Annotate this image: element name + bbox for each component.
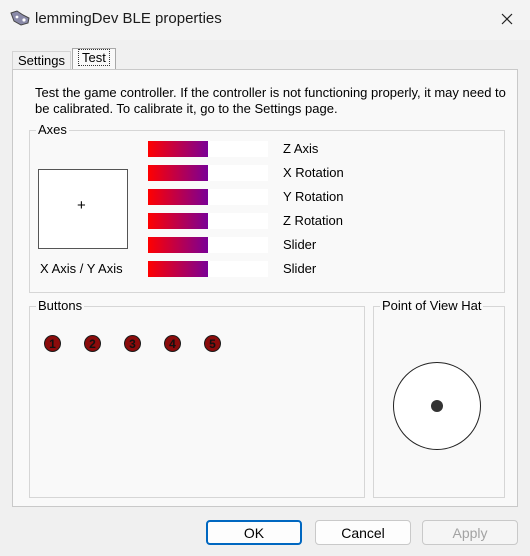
axis-bar-label: Slider [283, 237, 317, 252]
intro-text: Test the game controller. If the control… [35, 85, 506, 116]
gamepad-icon [10, 10, 30, 26]
axis-bar-row: X Rotation [148, 165, 448, 182]
controller-button-indicator: 1 [44, 335, 61, 352]
pov-hat-group: Point of View Hat [373, 298, 505, 498]
apply-button[interactable]: Apply [422, 520, 518, 545]
window-title: lemmingDev BLE properties [35, 10, 222, 27]
controller-button-indicator: 3 [124, 335, 141, 352]
axes-group: Axes + X Axis / Y Axis Z Axis X Rotation… [29, 122, 505, 293]
axes-group-label: Axes [36, 122, 69, 137]
pov-hat-position-dot [431, 400, 443, 412]
tab-test[interactable]: Test [72, 48, 116, 69]
tab-settings[interactable]: Settings [12, 51, 71, 70]
axis-bar-fill [148, 189, 208, 205]
axis-bar-row: Slider [148, 261, 448, 278]
axis-bar-label: Z Rotation [283, 213, 343, 228]
axis-bar-row: Y Rotation [148, 189, 448, 206]
axis-bar-label: X Rotation [283, 165, 344, 180]
tab-strip: Settings Test [12, 48, 518, 70]
axis-bar-label: Slider [283, 261, 317, 276]
tab-test-label: Test [78, 49, 110, 66]
axis-bar-track [148, 213, 268, 229]
cancel-button[interactable]: Cancel [315, 520, 411, 545]
axis-bar-fill [148, 165, 208, 181]
axis-bar-track [148, 141, 268, 157]
axis-bar-fill [148, 237, 208, 253]
axis-bar-label: Z Axis [283, 141, 319, 156]
close-icon [501, 13, 513, 25]
test-panel: Test the game controller. If the control… [12, 69, 518, 507]
controller-button-indicator: 2 [84, 335, 101, 352]
axis-bar-row: Z Axis [148, 141, 448, 158]
controller-button-indicator: 4 [164, 335, 181, 352]
pov-hat-circle [393, 362, 481, 450]
xy-axis-label: X Axis / Y Axis [40, 261, 123, 276]
axis-bar-row: Z Rotation [148, 213, 448, 230]
axis-bar-row: Slider [148, 237, 448, 254]
axis-bar-fill [148, 261, 208, 277]
buttons-group: Buttons 1 2 3 4 5 [29, 298, 365, 498]
axis-bar-fill [148, 141, 208, 157]
close-button[interactable] [484, 0, 530, 38]
axis-bar-fill [148, 213, 208, 229]
axis-bar-track [148, 189, 268, 205]
axis-bar-track [148, 237, 268, 253]
title-bar: lemmingDev BLE properties [0, 0, 530, 40]
xy-axis-box: + [38, 169, 128, 249]
buttons-group-label: Buttons [36, 298, 85, 313]
axis-bar-track [148, 165, 268, 181]
pov-hat-group-label: Point of View Hat [380, 298, 484, 313]
controller-button-indicator: 5 [204, 335, 221, 352]
ok-button[interactable]: OK [206, 520, 302, 545]
axis-bar-track [148, 261, 268, 277]
xy-position-marker: + [77, 197, 86, 214]
axis-bar-label: Y Rotation [283, 189, 344, 204]
